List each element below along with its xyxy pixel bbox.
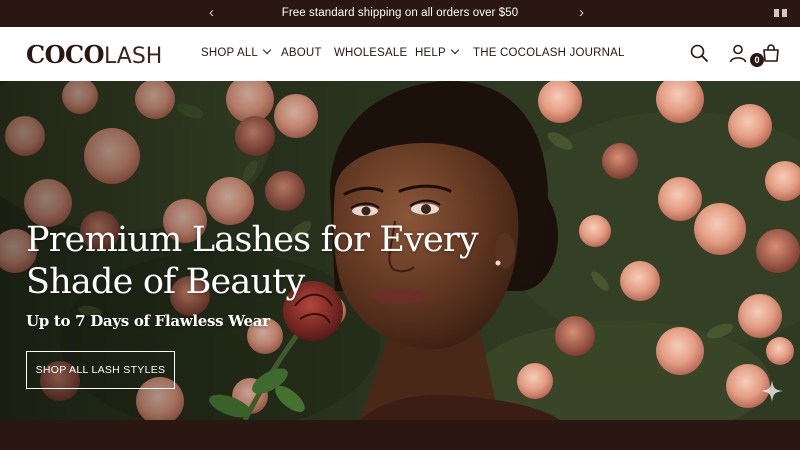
shop-all-lash-styles-button[interactable]: SHOP ALL LASH STYLES bbox=[26, 351, 175, 389]
announcement-message: Free standard shipping on all orders ove… bbox=[281, 7, 519, 19]
site-header: COCOLASH SHOP ALL ABOUT WHOLESALE HELP T… bbox=[0, 27, 800, 81]
search-icon[interactable] bbox=[689, 43, 709, 63]
nav-label: ABOUT bbox=[281, 47, 322, 59]
nav-item-about[interactable]: ABOUT bbox=[281, 47, 322, 59]
hero-banner: Premium Lashes for Every Shade of Beauty… bbox=[0, 81, 800, 420]
bottom-band bbox=[0, 420, 800, 450]
logo-text-bold: COCO bbox=[26, 40, 105, 69]
pause-icon[interactable] bbox=[774, 9, 788, 18]
nav-label: HELP bbox=[415, 47, 446, 59]
chevron-down-icon bbox=[262, 45, 272, 55]
logo-text-thin: LASH bbox=[104, 44, 163, 69]
nav-label: THE COCOLASH JOURNAL bbox=[473, 47, 625, 59]
nav-item-shop-all[interactable]: SHOP ALL bbox=[201, 45, 272, 59]
hero-subtitle: Up to 7 Days of Flawless Wear bbox=[26, 312, 270, 330]
announcement-bar: ‹ Free standard shipping on all orders o… bbox=[0, 0, 800, 27]
cart-count-badge: 0 bbox=[750, 53, 764, 67]
nav-item-help[interactable]: HELP bbox=[415, 45, 460, 59]
cart-icon[interactable] bbox=[761, 43, 781, 63]
nav-item-wholesale[interactable]: WHOLESALE bbox=[334, 47, 407, 59]
hero-title: Premium Lashes for Every Shade of Beauty bbox=[26, 220, 479, 302]
nav-label: SHOP ALL bbox=[201, 47, 259, 59]
sparkle-icon[interactable] bbox=[760, 379, 784, 403]
nav-item-journal[interactable]: THE COCOLASH JOURNAL bbox=[473, 47, 625, 59]
announcement-next-arrow[interactable]: › bbox=[579, 4, 584, 22]
brand-logo[interactable]: COCOLASH bbox=[26, 40, 163, 69]
chevron-down-icon bbox=[450, 45, 460, 55]
nav-label: WHOLESALE bbox=[334, 47, 408, 59]
account-icon[interactable] bbox=[728, 43, 748, 63]
